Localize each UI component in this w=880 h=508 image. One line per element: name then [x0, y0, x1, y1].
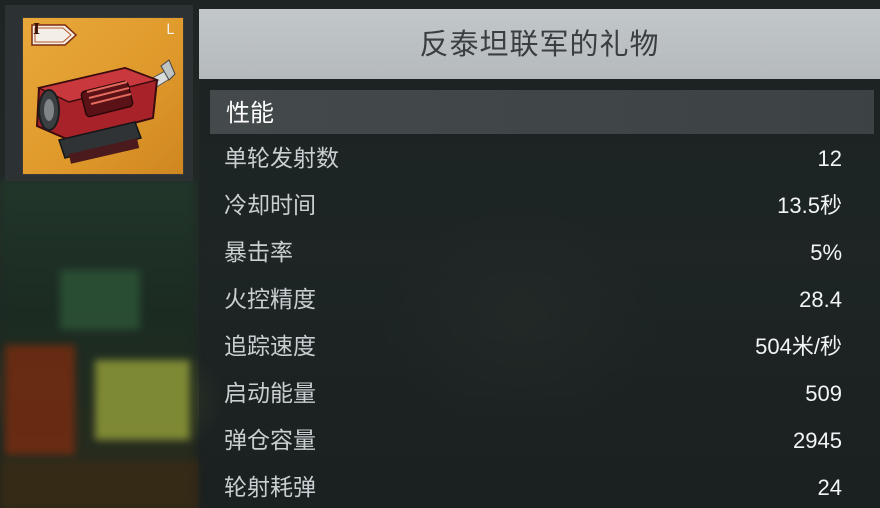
stat-row-magazine-capacity: 弹仓容量 2945 — [210, 418, 874, 465]
stat-label: 追踪速度 — [224, 334, 316, 360]
stat-label: 火控精度 — [224, 287, 316, 313]
stat-value: 28.4 — [799, 287, 842, 312]
stat-label: 启动能量 — [224, 381, 316, 407]
section-header-performance: 性能 — [210, 90, 874, 134]
section-label: 性能 — [226, 99, 274, 127]
item-icon-frame: I L — [5, 5, 193, 181]
stats-list: 单轮发射数 12 冷却时间 13.5秒 暴击率 5% 火控精度 28.4 追踪速… — [210, 136, 874, 508]
stat-row-salvo-count: 单轮发射数 12 — [210, 136, 874, 183]
stat-value: 13.5秒 — [777, 193, 842, 218]
stat-label: 轮射耗弹 — [224, 475, 316, 501]
background-blur — [0, 180, 195, 508]
stat-row-tracking-speed: 追踪速度 504米/秒 — [210, 324, 874, 371]
stat-row-fire-control: 火控精度 28.4 — [210, 277, 874, 324]
item-stats-panel: 反泰坦联军的礼物 性能 单轮发射数 12 冷却时间 13.5秒 暴击率 5% 火… — [199, 9, 880, 508]
item-tile[interactable]: I L — [22, 17, 184, 175]
stat-label: 弹仓容量 — [224, 428, 316, 454]
stat-value: 2945 — [793, 428, 842, 453]
stat-row-cooldown: 冷却时间 13.5秒 — [210, 183, 874, 230]
stat-row-startup-energy: 启动能量 509 — [210, 371, 874, 418]
background-blur — [5, 345, 75, 455]
title-bar: 反泰坦联军的礼物 — [199, 9, 880, 79]
background-blur — [0, 460, 200, 508]
stat-label: 暴击率 — [224, 240, 293, 266]
background-blur — [95, 360, 190, 440]
stat-label: 冷却时间 — [224, 193, 316, 219]
stat-value: 12 — [817, 146, 842, 171]
stat-value: 504米/秒 — [755, 334, 842, 359]
stat-value: 5% — [810, 240, 842, 265]
item-title: 反泰坦联军的礼物 — [419, 27, 660, 61]
stat-row-crit-rate: 暴击率 5% — [210, 230, 874, 277]
stat-value: 509 — [805, 381, 842, 406]
tier-label: I — [33, 20, 41, 38]
stat-row-ammo-per-salvo: 轮射耗弹 24 — [210, 465, 874, 508]
background-blur — [60, 270, 140, 330]
stat-value: 24 — [817, 475, 842, 500]
stat-label: 单轮发射数 — [224, 146, 339, 172]
rocket-launcher-weapon-icon — [35, 59, 176, 164]
game-screen: I L 反泰坦联军的礼物 性能 单轮发射数 12 冷却时间 13.5秒 暴击率 … — [0, 0, 880, 508]
slot-label: L — [166, 22, 174, 38]
